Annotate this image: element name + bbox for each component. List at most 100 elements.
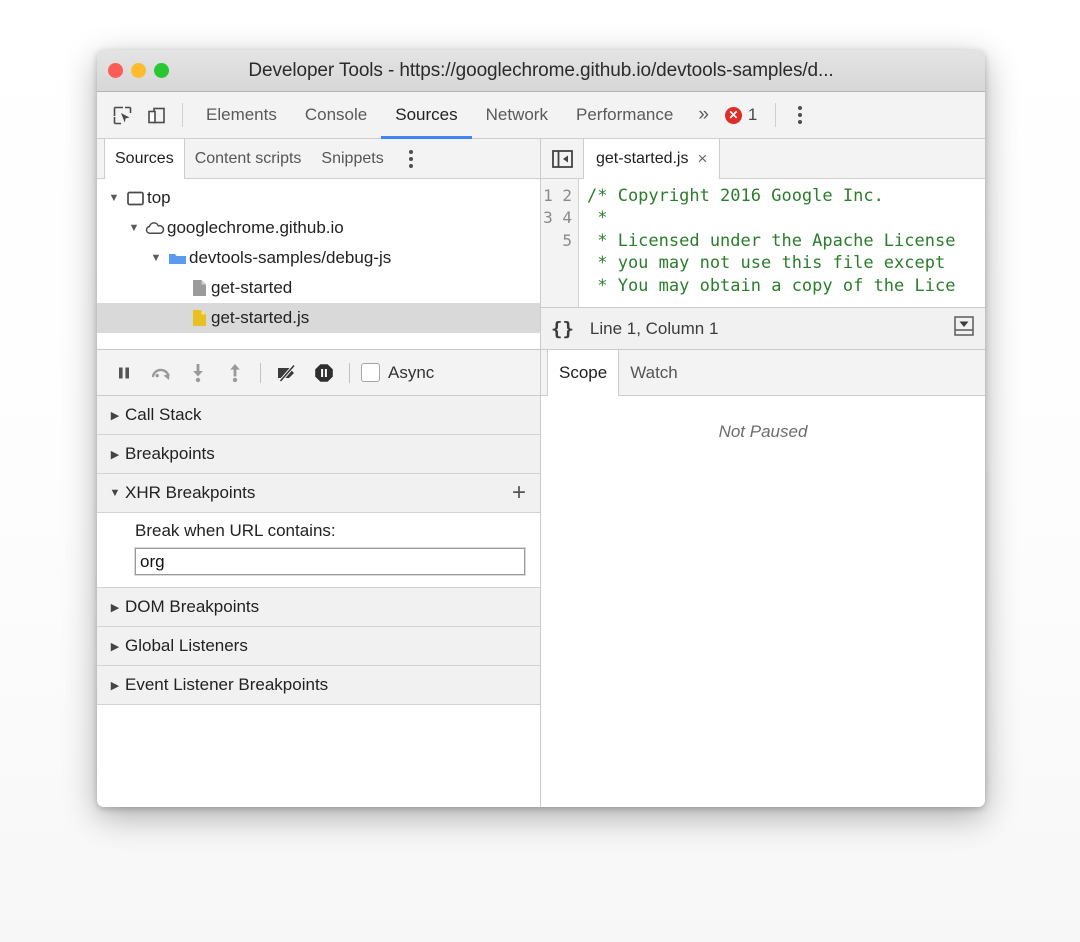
close-icon[interactable]: × [697,149,707,169]
debugger-toolbar-divider-2 [349,362,350,383]
not-paused-message: Not Paused [718,422,808,441]
chevron-right-icon[interactable]: ▶ [105,448,125,461]
toolbar-divider [182,103,183,127]
chevron-down-icon[interactable]: ▼ [105,487,125,499]
document-icon [187,279,211,297]
tree-item-label: devtools-samples/debug-js [189,248,392,267]
folder-icon [165,251,189,266]
window-titlebar: Developer Tools - https://googlechrome.g… [97,50,985,92]
scope-watch-pane: Scope Watch Not Paused [541,350,985,807]
left-column: Sources Content scripts Snippets ▼ top ▼… [97,139,541,807]
tab-elements[interactable]: Elements [192,92,291,138]
error-count-badge[interactable]: ✕ 1 [720,92,766,138]
pane-header-call-stack[interactable]: ▶ Call Stack [97,396,540,435]
cursor-position-label: Line 1, Column 1 [589,318,719,338]
async-label: Async [388,362,435,382]
devtools-body: Sources Content scripts Snippets ▼ top ▼… [97,139,985,807]
devtools-main-toolbar: Elements Console Sources Network Perform… [97,92,985,139]
tree-item-label: get-started.js [211,308,310,327]
async-checkbox-group[interactable]: Async [361,363,434,383]
editor-tab-get-started-js[interactable]: get-started.js × [584,139,721,179]
navigator-pane: Sources Content scripts Snippets ▼ top ▼… [97,139,540,350]
navigator-tab-content-scripts[interactable]: Content scripts [185,139,312,178]
frame-icon [123,191,147,206]
tree-item-get-started-js[interactable]: get-started.js [97,303,540,333]
show-navigator-icon[interactable] [541,139,584,178]
chevron-right-icon[interactable]: ▶ [105,409,125,422]
toolbar-divider-2 [775,103,777,127]
format-code-icon[interactable]: {} [551,318,574,340]
inspect-element-icon[interactable] [105,92,139,138]
deactivate-breakpoints-button[interactable] [268,350,305,395]
pane-title: DOM Breakpoints [125,597,260,616]
chevron-right-icon[interactable]: ▶ [105,640,125,653]
devtools-window: Developer Tools - https://googlechrome.g… [97,50,985,807]
resume-pause-button[interactable] [105,350,142,395]
pane-header-breakpoints[interactable]: ▶ Breakpoints [97,435,540,474]
pane-header-event-listener-breakpoints[interactable]: ▶ Event Listener Breakpoints [97,666,540,705]
tab-scope[interactable]: Scope [547,350,620,396]
tree-item-get-started[interactable]: get-started [97,273,540,303]
navigator-tab-sources[interactable]: Sources [104,139,185,179]
chevron-right-icon[interactable]: ▶ [105,601,125,614]
pane-header-xhr-breakpoints[interactable]: ▼ XHR Breakpoints + [97,474,540,513]
source-code[interactable]: /* Copyright 2016 Google Inc. * * Licens… [579,179,985,307]
scope-content: Not Paused [541,396,985,807]
tab-sources[interactable]: Sources [381,92,473,139]
navigator-tab-snippets[interactable]: Snippets [311,139,393,178]
pane-title: Breakpoints [125,444,215,463]
pane-title: XHR Breakpoints [125,483,256,502]
error-x-icon: ✕ [724,106,742,124]
step-out-button[interactable] [216,350,253,395]
tab-performance[interactable]: Performance [562,92,687,138]
pane-title: Call Stack [125,405,202,424]
scope-tabbar: Scope Watch [541,350,985,396]
file-tree: ▼ top ▼ googlechrome.github.io ▼ devtool… [97,179,540,349]
chevron-right-icon[interactable]: ▶ [105,679,125,692]
chevron-down-icon[interactable]: ▼ [125,222,143,234]
navigator-kebab-menu-icon[interactable] [396,139,426,178]
xhr-breakpoints-body: Break when URL contains: [97,513,540,588]
device-toolbar-icon[interactable] [139,92,173,138]
chevron-down-icon[interactable]: ▼ [147,252,165,264]
window-title: Developer Tools - https://googlechrome.g… [248,59,834,81]
more-options-icon[interactable] [953,315,975,342]
step-over-button[interactable] [142,350,179,395]
line-number-gutter: 1 2 3 4 5 [541,179,579,307]
editor-status-bar: {} Line 1, Column 1 [541,307,985,349]
tree-item-top[interactable]: ▼ top [97,183,540,213]
chevron-down-icon[interactable]: ▼ [105,192,123,204]
async-checkbox[interactable] [361,363,380,382]
editor-tabbar: get-started.js × [541,139,985,179]
tab-console[interactable]: Console [291,92,381,138]
tree-item-devtools-samples-debug-js[interactable]: ▼ devtools-samples/debug-js [97,243,540,273]
cloud-icon [143,221,167,235]
right-column: get-started.js × 1 2 3 4 5 /* Copyright … [541,139,985,807]
xhr-breakpoint-prompt: Break when URL contains: [135,521,336,540]
tab-network[interactable]: Network [472,92,562,138]
js-file-icon [187,309,211,327]
step-into-button[interactable] [179,350,216,395]
editor-pane: get-started.js × 1 2 3 4 5 /* Copyright … [541,139,985,350]
pane-title: Event Listener Breakpoints [125,675,329,694]
tree-item-label: get-started [211,278,293,297]
editor-tab-label: get-started.js [596,150,689,167]
tree-item-label: top [147,188,171,207]
kebab-menu-icon[interactable] [785,92,815,138]
debugger-toolbar: Async [97,350,540,396]
add-xhr-breakpoint-button[interactable]: + [512,481,526,505]
debugger-sidebar-panes: ▶ Call Stack ▶ Breakpoints ▼ XHR Breakpo… [97,396,540,807]
code-editor[interactable]: 1 2 3 4 5 /* Copyright 2016 Google Inc. … [541,179,985,307]
tab-watch[interactable]: Watch [619,350,689,395]
pause-on-exceptions-button[interactable] [305,350,342,395]
pane-header-dom-breakpoints[interactable]: ▶ DOM Breakpoints [97,588,540,627]
navigator-tabbar: Sources Content scripts Snippets [97,139,540,179]
pane-header-global-listeners[interactable]: ▶ Global Listeners [97,627,540,666]
tree-item-googlechrome-github-io[interactable]: ▼ googlechrome.github.io [97,213,540,243]
pane-title: Global Listeners [125,636,248,655]
more-tabs-chevron-icon[interactable]: » [687,92,720,138]
tree-item-label: googlechrome.github.io [167,218,344,237]
debugger-toolbar-divider [260,362,261,383]
error-count-label: 1 [747,105,758,124]
xhr-breakpoint-input[interactable] [135,548,525,575]
